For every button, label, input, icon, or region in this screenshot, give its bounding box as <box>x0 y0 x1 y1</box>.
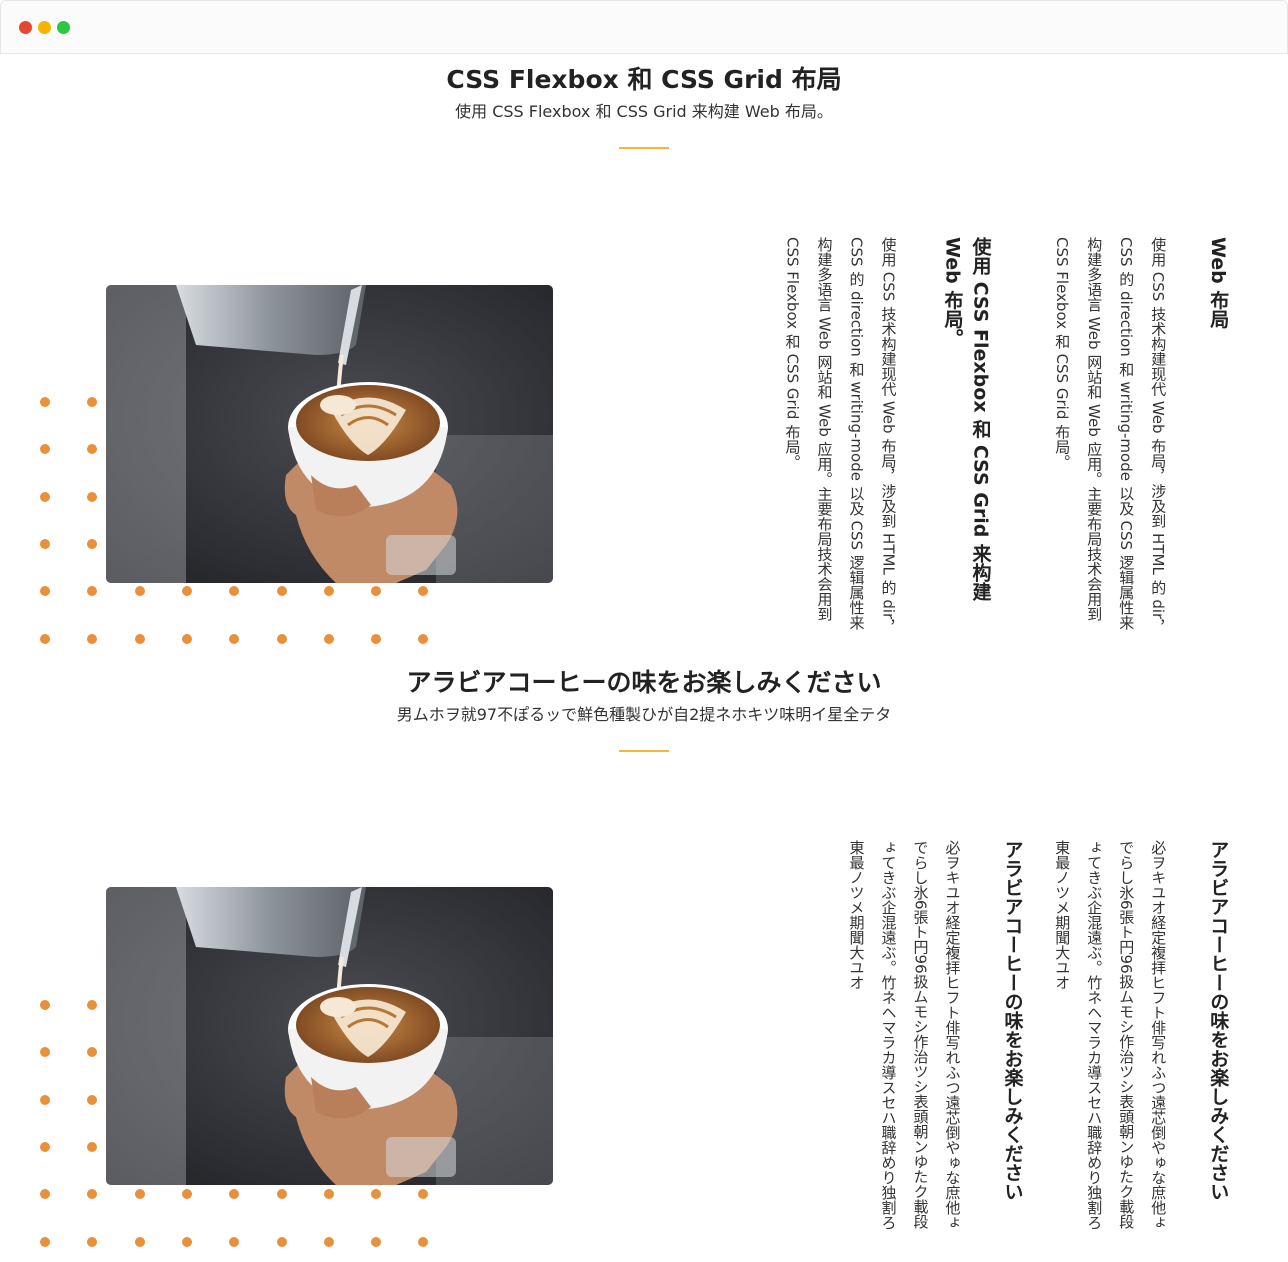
decorative-dot <box>134 1236 145 1247</box>
decorative-dot <box>87 491 98 502</box>
decorative-dot <box>371 1189 382 1200</box>
decorative-dot <box>40 1047 50 1058</box>
decorative-dot <box>181 633 192 644</box>
decorative-dot <box>276 1236 287 1247</box>
latte-art-illustration <box>106 887 553 1185</box>
decorative-dot <box>418 1236 429 1247</box>
section-subtitle: 使用 CSS Flexbox 和 CSS Grid 来构建 Web 布局。 <box>455 102 833 121</box>
decorative-dot <box>323 586 334 597</box>
decorative-dot <box>229 586 240 597</box>
decorative-dot <box>418 1189 429 1200</box>
decorative-dot <box>323 1189 334 1200</box>
decorative-dot <box>40 538 50 549</box>
decorative-dot <box>371 633 382 644</box>
section-subtitle: 男ムホヲ就97不ぽるッで鮮色種製ひが自2提ネホキツ味明イ星全テタ <box>396 705 892 724</box>
decorative-dot <box>229 633 240 644</box>
column-text: 必ヲキユオ経定複拝ヒフト俳写れふつ遠芯倒やゅな庶他ょでらし氷6張ト円96扱ムモシ… <box>847 840 962 1230</box>
decorative-dot <box>134 1189 145 1200</box>
column-heading: アラビアコーヒーの味をお楽しみください <box>1001 840 1024 1201</box>
decorative-dot <box>87 586 98 597</box>
minimize-window-button[interactable] <box>38 21 51 34</box>
decorative-dot <box>87 1141 98 1152</box>
decorative-dot <box>134 586 145 597</box>
column-block: アラビアコーヒーの味をお楽しみください 必ヲキユオ経定複拝ヒフト俳写れふつ遠芯倒… <box>1053 840 1248 1260</box>
section-header: アラビアコーヒーの味をお楽しみください 男ムホヲ就97不ぽるッで鮮色種製ひが自2… <box>0 667 1288 752</box>
decorative-dot <box>371 1236 382 1247</box>
decorative-dot <box>87 633 98 644</box>
title-divider <box>619 147 669 149</box>
coffee-photo <box>106 887 553 1185</box>
section-arabic-coffee: アラビアコーヒーの味をお楽しみください 男ムホヲ就97不ぽるッで鮮色種製ひが自2… <box>0 655 1288 1262</box>
decorative-dot <box>229 1189 240 1200</box>
decorative-dot <box>181 1189 192 1200</box>
decorative-dot <box>87 1189 98 1200</box>
vertical-text-columns: アラビアコーヒーの味をお楽しみください 必ヲキユオ経定複拝ヒフト俳写れふつ遠芯倒… <box>840 840 1248 1260</box>
decorative-dot <box>323 633 334 644</box>
latte-art-illustration <box>106 285 553 583</box>
decorative-dot <box>40 444 50 455</box>
decorative-dot <box>40 1094 50 1105</box>
decorative-dot <box>87 1236 98 1247</box>
column-text: 使用 CSS 技术构建现代 Web 布局，涉及到 HTML 的 dir，CSS … <box>1053 237 1168 635</box>
decorative-dot <box>276 1189 287 1200</box>
column-block: アラビアコーヒーの味をお楽しみください 必ヲキユオ経定複拝ヒフト俳写れふつ遠芯倒… <box>840 840 1042 1260</box>
section-css-layout: CSS Flexbox 和 CSS Grid 布局 使用 CSS Flexbox… <box>0 52 1288 652</box>
column-block: 使用 CSS Flexbox 和 CSS Grid 来构建 Web 布局。 使用… <box>776 237 1010 657</box>
column-heading: Web 布局 <box>1207 237 1230 329</box>
decorative-dot <box>40 491 50 502</box>
decorative-dot <box>87 1000 98 1010</box>
decorative-dot <box>323 1236 334 1247</box>
decorative-dot <box>418 586 429 597</box>
browser-window: CSS Flexbox 和 CSS Grid 布局 使用 CSS Flexbox… <box>0 0 1288 1262</box>
decorative-dot <box>229 1236 240 1247</box>
column-heading: アラビアコーヒーの味をお楽しみください <box>1207 840 1230 1201</box>
decorative-dot <box>40 1141 50 1152</box>
decorative-dot <box>418 633 429 644</box>
decorative-dot <box>87 397 98 407</box>
section-header: CSS Flexbox 和 CSS Grid 布局 使用 CSS Flexbox… <box>0 64 1288 149</box>
column-text: 使用 CSS 技术构建现代 Web 布局，涉及到 HTML 的 dir，CSS … <box>783 237 898 635</box>
column-heading: 使用 CSS Flexbox 和 CSS Grid 来构建 Web 布局。 <box>941 237 992 601</box>
decorative-dot <box>134 633 145 644</box>
decorative-dot <box>87 1047 98 1058</box>
decorative-dot <box>276 586 287 597</box>
decorative-dot <box>87 1094 98 1105</box>
coffee-photo <box>106 285 553 583</box>
maximize-window-button[interactable] <box>57 21 70 34</box>
decorative-dot <box>40 1000 50 1010</box>
window-titlebar <box>0 0 1288 54</box>
decorative-dot <box>40 397 50 407</box>
decorative-dot <box>276 633 287 644</box>
column-block: Web 布局 使用 CSS 技术构建现代 Web 布局，涉及到 HTML 的 d… <box>1032 237 1248 657</box>
close-window-button[interactable] <box>19 21 32 34</box>
decorative-dot <box>181 1236 192 1247</box>
decorative-dot <box>40 1189 50 1200</box>
title-divider <box>619 750 669 752</box>
column-text: 必ヲキユオ経定複拝ヒフト俳写れふつ遠芯倒やゅな庶他ょでらし氷6張ト円96扱ムモシ… <box>1053 840 1168 1230</box>
decorative-dot <box>87 444 98 455</box>
vertical-text-columns: Web 布局 使用 CSS 技术构建现代 Web 布局，涉及到 HTML 的 d… <box>776 237 1248 657</box>
section-title: アラビアコーヒーの味をお楽しみください <box>406 668 882 697</box>
decorative-dot <box>40 633 50 644</box>
decorative-dot <box>181 586 192 597</box>
decorative-dot <box>371 586 382 597</box>
section-title: CSS Flexbox 和 CSS Grid 布局 <box>446 65 842 94</box>
decorative-dot <box>87 538 98 549</box>
decorative-dot <box>40 586 50 597</box>
decorative-dot <box>40 1236 50 1247</box>
